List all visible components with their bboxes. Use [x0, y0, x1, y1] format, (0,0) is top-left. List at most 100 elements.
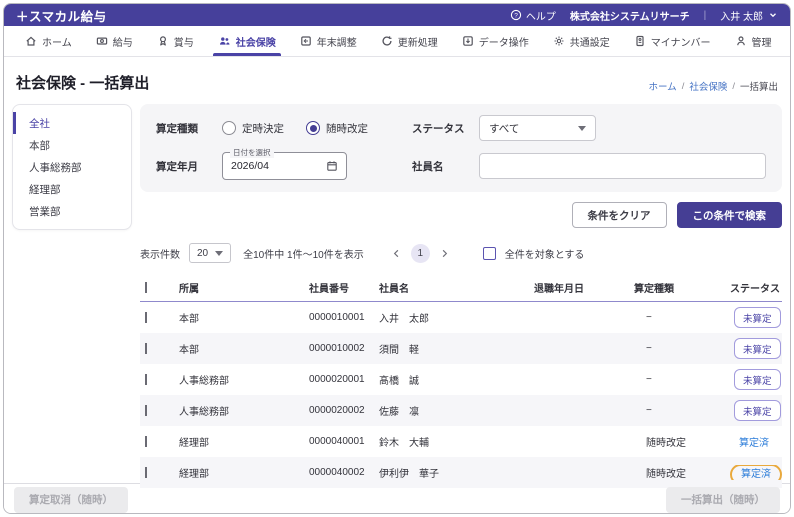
- calc-type-radio-group: 定時決定 随時改定: [222, 121, 412, 136]
- next-page-button[interactable]: [439, 248, 450, 259]
- select-all-label: 全件を対象とする: [505, 246, 585, 261]
- calendar-icon[interactable]: [326, 160, 338, 172]
- radio-随時改定[interactable]: 随時改定: [306, 121, 368, 136]
- row-checkbox[interactable]: [145, 343, 147, 354]
- sidebar-item-本部[interactable]: 本部: [13, 134, 131, 156]
- nav-item-social-insurance[interactable]: 社会保険: [207, 26, 287, 56]
- calc-month-value: 2026/04: [231, 160, 269, 172]
- nav-item-update[interactable]: 更新処理: [370, 26, 449, 56]
- breadcrumb-separator: /: [732, 81, 735, 92]
- search-button[interactable]: この条件で検索: [677, 202, 783, 228]
- cell-status: 未算定: [725, 338, 782, 359]
- salary-icon: [96, 35, 108, 47]
- nav-item-settings[interactable]: 共通設定: [542, 26, 621, 56]
- header-checkbox[interactable]: [145, 282, 147, 293]
- breadcrumb-item: 一括算出: [740, 79, 778, 93]
- status-badge[interactable]: 未算定: [734, 400, 781, 421]
- nav-item-salary[interactable]: 給与: [85, 26, 144, 56]
- home-icon: [25, 35, 37, 47]
- main-content: 社会保険 - 一括算出 ホーム/社会保険/一括算出 全社本部人事総務部経理部営業…: [4, 57, 790, 483]
- status-badge[interactable]: 未算定: [734, 338, 781, 359]
- calc-type-label: 算定種類: [156, 121, 222, 136]
- sidebar-item-経理部[interactable]: 経理部: [13, 178, 131, 200]
- year-end-icon: [300, 35, 312, 47]
- status-badge[interactable]: 未算定: [734, 307, 781, 328]
- breadcrumb-item[interactable]: 社会保険: [689, 79, 727, 93]
- prev-page-button[interactable]: [391, 248, 402, 259]
- row-checkbox[interactable]: [145, 312, 147, 323]
- cell-employee-name: 入井 太郎: [374, 310, 529, 325]
- status-link[interactable]: 算定済: [730, 465, 782, 480]
- row-checkbox[interactable]: [145, 436, 147, 447]
- nav-item-year-end[interactable]: 年末調整: [289, 26, 368, 56]
- clear-conditions-button[interactable]: 条件をクリア: [572, 202, 667, 228]
- search-filter-panel: 算定種類 定時決定随時改定 ステータス すべて 算定年月 日: [140, 104, 782, 192]
- cell-status: 未算定: [725, 369, 782, 390]
- status-select-value: すべて: [489, 121, 519, 136]
- sidebar-item-営業部[interactable]: 営業部: [13, 200, 131, 222]
- employee-name-label: 社員名: [412, 159, 479, 174]
- cell-calc-type: −: [629, 312, 725, 323]
- select-all-control: 全件を対象とする: [483, 246, 585, 261]
- page-title: 社会保険 - 一括算出: [16, 72, 149, 93]
- breadcrumb-item[interactable]: ホーム: [648, 79, 676, 93]
- cell-employee-number: 0000040002: [304, 467, 374, 478]
- sidebar-item-人事総務部[interactable]: 人事総務部: [13, 156, 131, 178]
- nav-item-label: 社会保険: [236, 34, 276, 49]
- top-bar: ＋スマカル給与 ? ヘルプ 株式会社システムリサーチ | 入井 太郎: [4, 4, 790, 26]
- status-select[interactable]: すべて: [479, 115, 596, 141]
- batch-calculate-button[interactable]: 一括算出（随時）: [666, 487, 780, 513]
- nav-item-mynumber[interactable]: マイナンバー: [623, 26, 722, 56]
- app-window: ＋スマカル給与 ? ヘルプ 株式会社システムリサーチ | 入井 太郎 ホーム 給与…: [3, 3, 791, 514]
- employee-table: 所属社員番号社員名退職年月日算定種類ステータス本部0000010001入井 太郎…: [140, 274, 782, 488]
- nav-item-data[interactable]: データ操作: [451, 26, 540, 56]
- nav-item-label: 更新処理: [398, 34, 438, 49]
- refresh-icon: [381, 35, 393, 47]
- status-badge[interactable]: 未算定: [734, 369, 781, 390]
- column-header-ステータス: ステータス: [725, 280, 782, 295]
- help-button[interactable]: ? ヘルプ: [510, 8, 556, 23]
- nav-item-home[interactable]: ホーム: [14, 26, 83, 56]
- cell-employee-number: 0000040001: [304, 436, 374, 447]
- per-page-value: 20: [197, 248, 208, 259]
- per-page-select[interactable]: 20: [189, 243, 231, 263]
- select-arrow-icon: [215, 251, 223, 256]
- breadcrumb-separator: /: [682, 81, 685, 92]
- user-menu[interactable]: 入井 太郎: [720, 8, 778, 23]
- svg-text:?: ?: [514, 12, 518, 19]
- nav-item-admin[interactable]: 管理: [724, 26, 783, 56]
- page-number[interactable]: 1: [411, 244, 430, 263]
- mynumber-card-icon: [634, 35, 646, 47]
- cell-employee-name: 佐藤 凛: [374, 403, 529, 418]
- cancel-calculation-button[interactable]: 算定取消（随時）: [14, 487, 128, 513]
- cell-department: 本部: [174, 310, 304, 325]
- user-name: 入井 太郎: [720, 8, 763, 23]
- cell-status: 未算定: [725, 400, 782, 421]
- nav-item-bonus[interactable]: 賞与: [146, 26, 205, 56]
- row-checkbox[interactable]: [145, 374, 147, 385]
- status-link[interactable]: 算定済: [739, 438, 769, 449]
- chevron-down-icon: [768, 10, 778, 20]
- calc-month-input[interactable]: 日付を選択 2026/04: [222, 152, 347, 180]
- column-header-社員番号: 社員番号: [304, 280, 374, 295]
- cell-employee-name: 須間 軽: [374, 341, 529, 356]
- nav-item-label: 共通設定: [570, 34, 610, 49]
- calc-month-label: 算定年月: [156, 159, 222, 174]
- employee-name-input[interactable]: [479, 153, 766, 179]
- row-checkbox[interactable]: [145, 467, 147, 478]
- nav-item-label: 給与: [113, 34, 133, 49]
- table-row: 本部0000010002須間 軽−未算定: [140, 333, 782, 364]
- pagination: 1: [391, 244, 450, 263]
- row-checkbox[interactable]: [145, 405, 147, 416]
- cell-status: 算定済: [725, 465, 782, 480]
- radio-定時決定[interactable]: 定時決定: [222, 121, 284, 136]
- nav-item-label: 管理: [752, 34, 772, 49]
- cell-department: 本部: [174, 341, 304, 356]
- status-label: ステータス: [412, 121, 479, 136]
- select-arrow-icon: [578, 126, 586, 131]
- cell-department: 人事総務部: [174, 403, 304, 418]
- select-all-checkbox[interactable]: [483, 247, 496, 260]
- cell-employee-name: 髙橋 誠: [374, 372, 529, 387]
- cell-employee-number: 0000020001: [304, 374, 374, 385]
- sidebar-item-全社[interactable]: 全社: [13, 112, 131, 134]
